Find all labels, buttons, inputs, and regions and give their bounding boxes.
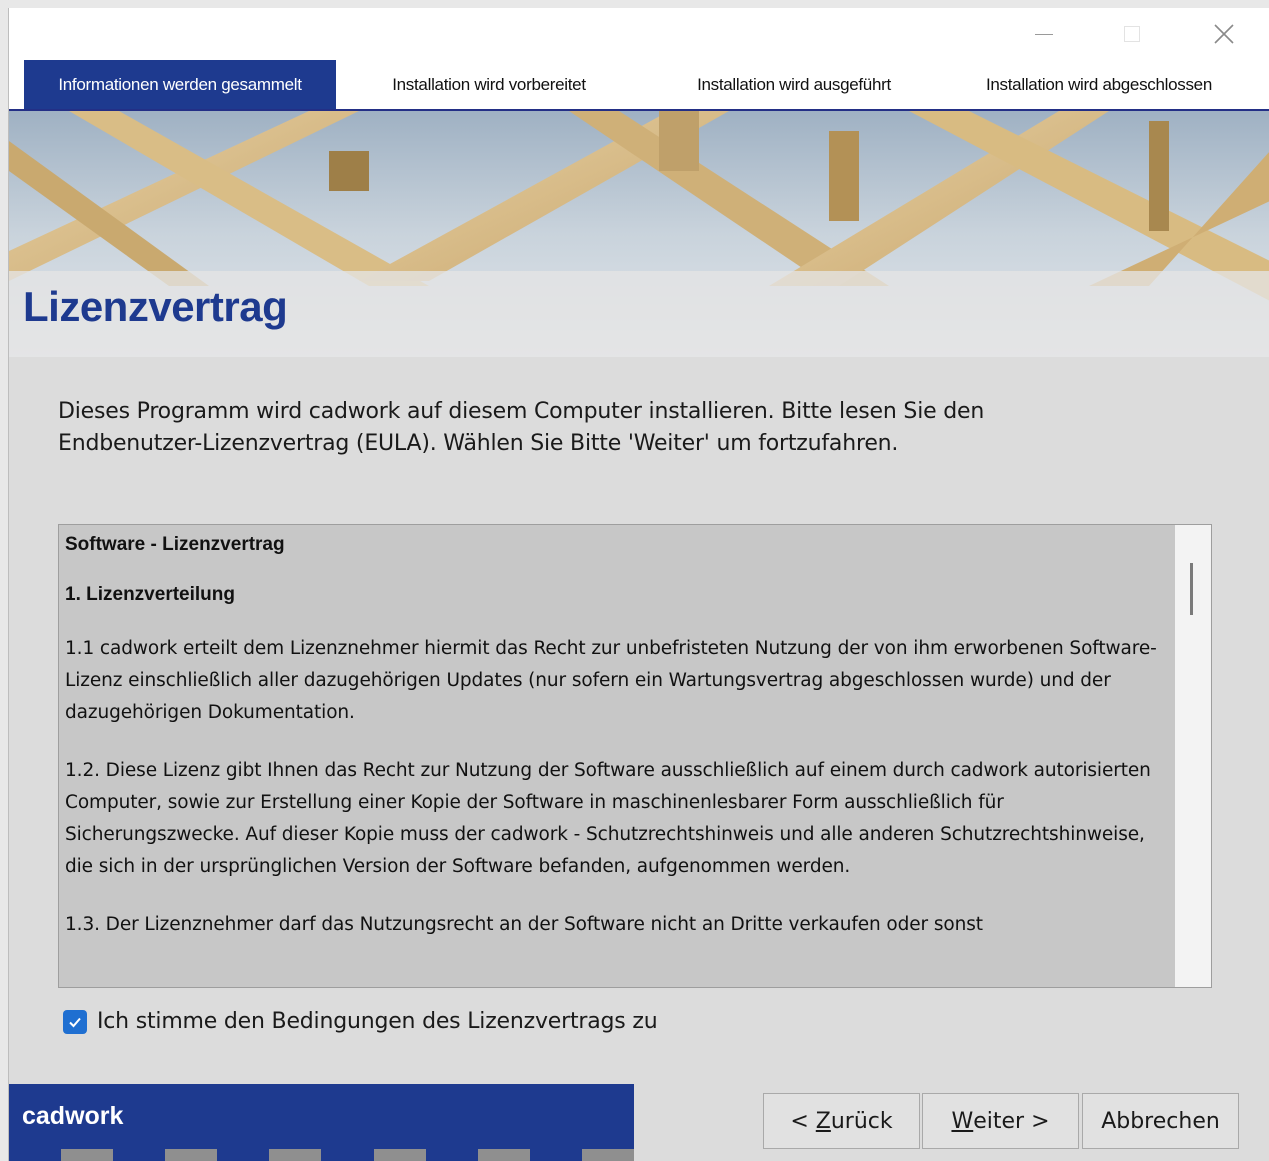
license-scrollbar[interactable] (1175, 525, 1211, 987)
description-text: Dieses Programm wird cadwork auf diesem … (58, 399, 985, 456)
minimize-icon (1035, 33, 1053, 35)
brand-logo-text: cadwork (22, 1102, 124, 1130)
license-paragraph: 1.2. Diese Lizenz gibt Ihnen das Recht z… (65, 760, 1151, 877)
back-button[interactable]: < Zurück (763, 1093, 920, 1149)
next-button-mnemonic: W (951, 1108, 974, 1134)
installer-window: Informationen werden gesammelt Installat… (8, 8, 1269, 1161)
close-icon (1214, 24, 1234, 44)
page-title: Lizenzvertrag (23, 283, 288, 330)
next-button-label: eiter > (973, 1108, 1050, 1134)
license-paragraph: 1.1 cadwork erteilt dem Lizenznehmer hie… (65, 638, 1157, 723)
step-preparing-installation: Installation wird vorbereitet (392, 74, 586, 94)
agree-label[interactable]: Ich stimme den Bedingungen des Lizenzver… (97, 1009, 658, 1034)
step-finishing-installation: Installation wird abgeschlossen (985, 74, 1212, 94)
maximize-icon (1124, 26, 1140, 42)
agree-option[interactable]: Ich stimme den Bedingungen des Lizenzver… (63, 1009, 658, 1034)
agree-checkbox[interactable] (63, 1009, 87, 1034)
install-steps: Informationen werden gesammelt Installat… (9, 60, 1269, 111)
maximize-button[interactable] (1109, 14, 1155, 54)
step-collecting-information: Informationen werden gesammelt (24, 60, 336, 109)
next-button[interactable]: Weiter > (922, 1093, 1079, 1149)
close-button[interactable] (1201, 14, 1247, 54)
scrollbar-thumb[interactable] (1190, 563, 1193, 615)
cancel-button-label: Abbrechen (1101, 1108, 1220, 1134)
license-section-title: 1. Lizenzverteilung (65, 584, 235, 605)
checkmark-icon (69, 1017, 81, 1027)
license-text-area[interactable]: Software - Lizenzvertrag 1. Lizenzvertei… (59, 525, 1175, 987)
minimize-button[interactable] (1021, 14, 1067, 54)
license-agreement-box[interactable]: Software - Lizenzvertrag 1. Lizenzvertei… (58, 524, 1212, 988)
back-button-prefix: < (790, 1108, 816, 1134)
brand-stripe (9, 1149, 634, 1161)
back-button-label: urück (830, 1108, 893, 1134)
step-installing: Installation wird ausgeführt (697, 74, 891, 94)
license-heading: Software - Lizenzvertrag (65, 534, 285, 555)
brand-footer: cadwork (9, 1084, 634, 1161)
license-paragraph: 1.3. Der Lizenznehmer darf das Nutzungsr… (65, 914, 983, 935)
back-button-mnemonic: Z (815, 1108, 831, 1134)
header-banner: Lizenzvertrag (9, 111, 1269, 357)
title-bar (9, 8, 1269, 60)
cancel-button[interactable]: Abbrechen (1082, 1093, 1239, 1149)
